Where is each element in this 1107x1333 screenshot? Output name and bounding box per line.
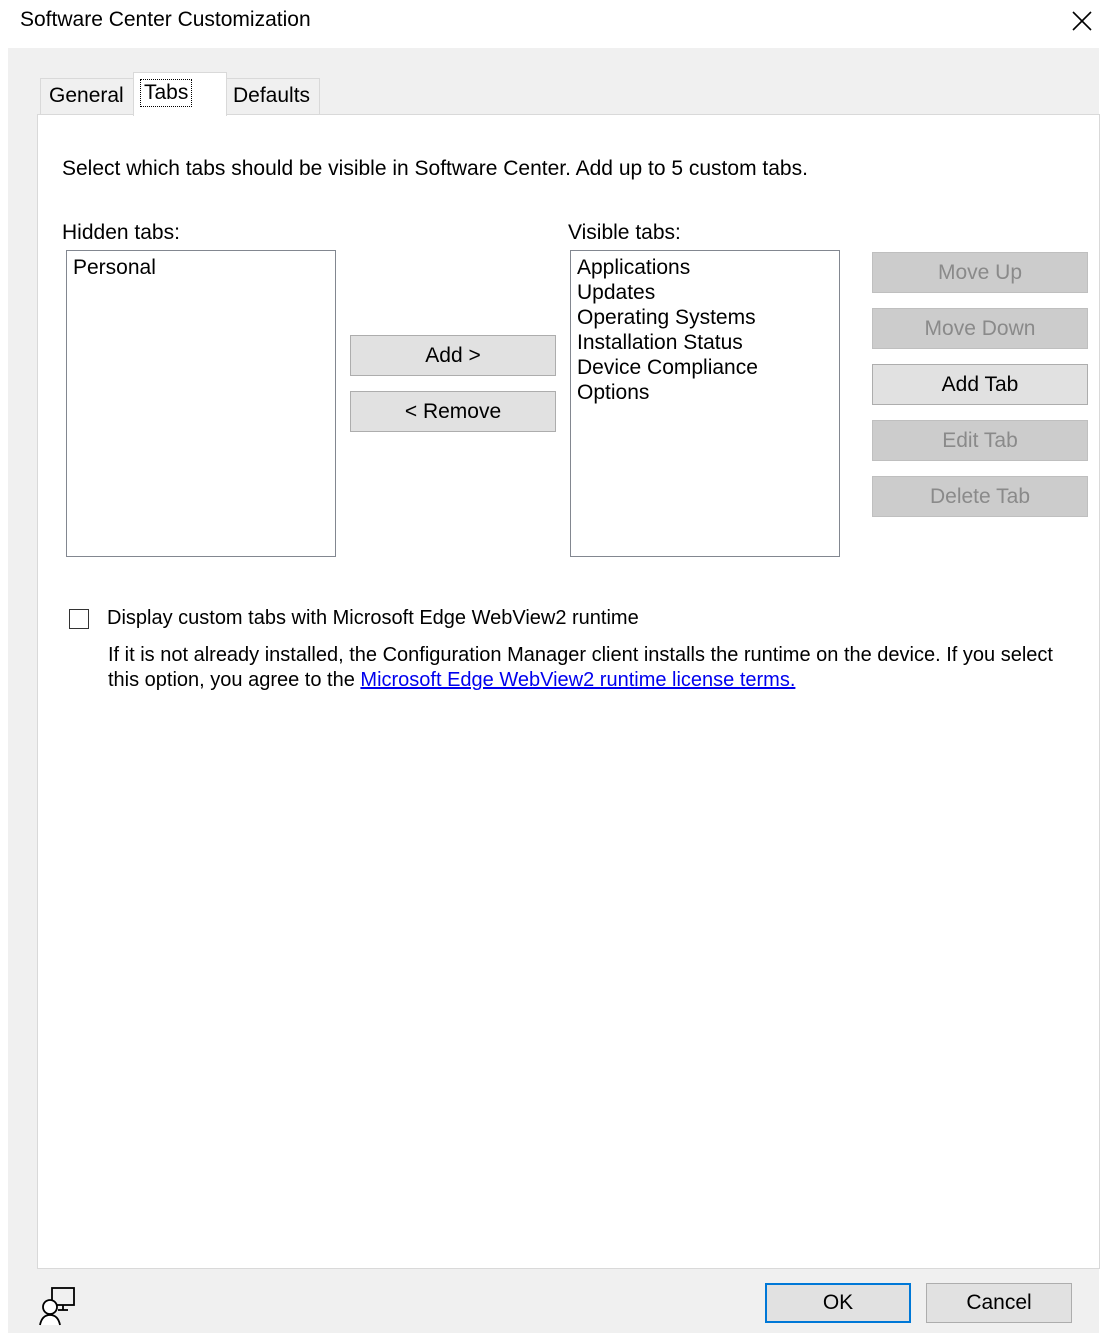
ok-button[interactable]: OK bbox=[765, 1283, 911, 1323]
hidden-tabs-label: Hidden tabs: bbox=[62, 221, 180, 244]
visible-tabs-label: Visible tabs: bbox=[568, 221, 681, 244]
list-item[interactable]: Device Compliance bbox=[577, 355, 833, 380]
delete-tab-button[interactable]: Delete Tab bbox=[872, 476, 1088, 517]
list-item[interactable]: Options bbox=[577, 380, 833, 405]
list-item[interactable]: Installation Status bbox=[577, 330, 833, 355]
panel-content: Select which tabs should be visible in S… bbox=[0, 0, 1107, 1333]
list-item[interactable]: Updates bbox=[577, 280, 833, 305]
license-terms-link[interactable]: Microsoft Edge WebView2 runtime license … bbox=[360, 669, 795, 691]
remove-button[interactable]: < Remove bbox=[350, 391, 556, 432]
add-button[interactable]: Add > bbox=[350, 335, 556, 376]
move-down-button[interactable]: Move Down bbox=[872, 308, 1088, 349]
hidden-tabs-listbox[interactable]: Personal bbox=[66, 250, 336, 557]
add-tab-button[interactable]: Add Tab bbox=[872, 364, 1088, 405]
cancel-button[interactable]: Cancel bbox=[926, 1283, 1072, 1323]
list-item[interactable]: Applications bbox=[577, 255, 833, 280]
user-screen-icon bbox=[39, 1287, 75, 1326]
move-up-button[interactable]: Move Up bbox=[872, 252, 1088, 293]
visible-tabs-listbox[interactable]: Applications Updates Operating Systems I… bbox=[570, 250, 840, 557]
instructions-text: Select which tabs should be visible in S… bbox=[62, 157, 808, 180]
list-item[interactable]: Personal bbox=[73, 255, 329, 280]
edit-tab-button[interactable]: Edit Tab bbox=[872, 420, 1088, 461]
webview-checkbox-label[interactable]: Display custom tabs with Microsoft Edge … bbox=[107, 607, 639, 630]
webview-checkbox[interactable] bbox=[69, 609, 89, 629]
list-item[interactable]: Operating Systems bbox=[577, 305, 833, 330]
webview-note: If it is not already installed, the Conf… bbox=[108, 643, 1068, 693]
